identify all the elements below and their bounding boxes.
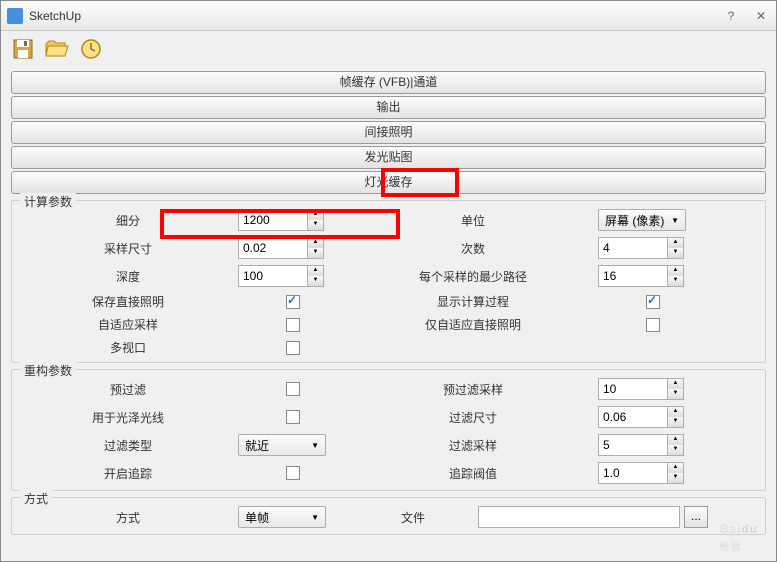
filter-samples-spinner[interactable]: ▲▼ [598, 434, 684, 456]
titlebar: SketchUp ? ✕ [1, 1, 776, 31]
section-light-cache[interactable]: 灯光缓存 [11, 171, 766, 194]
section-irradiance-map[interactable]: 发光贴图 [11, 146, 766, 169]
store-direct-label: 保存直接照明 [18, 293, 238, 310]
sample-size-input[interactable] [238, 237, 308, 259]
subdivs-input[interactable] [238, 209, 308, 231]
retrace-thresh-spinner[interactable]: ▲▼ [598, 462, 684, 484]
filter-samples-input[interactable] [598, 434, 668, 456]
depth-label: 深度 [18, 268, 238, 285]
calc-legend: 计算参数 [20, 193, 76, 210]
retrace-thresh-label: 追踪阀值 [348, 465, 598, 482]
show-calc-checkbox[interactable] [646, 295, 660, 309]
unit-value: 屏幕 (像素) [605, 212, 664, 229]
section-light-cache-label: 灯光缓存 [364, 175, 412, 189]
save-icon[interactable] [9, 35, 37, 63]
fieldset-recon-params: 重构参数 预过滤 预过滤采样 ▲▼ 用于光泽光线 过滤尺寸 ▲▼ 过滤类型 就近… [11, 369, 766, 491]
show-calc-label: 显示计算过程 [348, 293, 598, 310]
content-area: 帧缓存 (VFB)|通道 输出 间接照明 发光贴图 灯光缓存 计算参数 细分 ▲… [1, 67, 776, 561]
mode-value: 单帧 [245, 509, 269, 526]
chevron-down-icon: ▼ [671, 216, 679, 225]
prefilter-label: 预过滤 [18, 381, 238, 398]
passes-spinner[interactable]: ▲▼ [598, 237, 684, 259]
min-paths-spinner[interactable]: ▲▼ [598, 265, 684, 287]
mode-select[interactable]: 单帧 ▼ [238, 506, 326, 528]
mode-legend: 方式 [20, 490, 52, 507]
subdivs-label: 细分 [18, 212, 238, 229]
subdivs-spinner[interactable]: ▲▼ [238, 209, 324, 231]
filter-type-select[interactable]: 就近 ▼ [238, 434, 326, 456]
retrace-checkbox[interactable] [286, 466, 300, 480]
multiview-label: 多视口 [18, 339, 238, 356]
section-indirect-illumination[interactable]: 间接照明 [11, 121, 766, 144]
min-paths-label: 每个采样的最少路径 [348, 268, 598, 285]
close-button[interactable]: ✕ [746, 5, 776, 27]
file-label: 文件 [348, 509, 478, 526]
multiview-checkbox[interactable] [286, 341, 300, 355]
recon-legend: 重构参数 [20, 362, 76, 379]
unit-select[interactable]: 屏幕 (像素) ▼ [598, 209, 686, 231]
passes-input[interactable] [598, 237, 668, 259]
filter-size-input[interactable] [598, 406, 668, 428]
unit-label: 单位 [348, 212, 598, 229]
mode-label: 方式 [18, 509, 238, 526]
glossy-label: 用于光泽光线 [18, 409, 238, 426]
sample-size-label: 采样尺寸 [18, 240, 238, 257]
retrace-label: 开启追踪 [18, 465, 238, 482]
glossy-checkbox[interactable] [286, 410, 300, 424]
only-adapt-checkbox[interactable] [646, 318, 660, 332]
prefilter-checkbox[interactable] [286, 382, 300, 396]
app-window: SketchUp ? ✕ 帧缓存 (VFB)|通道 输出 间接照明 发光贴图 灯… [0, 0, 777, 562]
section-vfb-channels[interactable]: 帧缓存 (VFB)|通道 [11, 71, 766, 94]
window-title: SketchUp [29, 9, 81, 23]
filter-size-label: 过滤尺寸 [348, 409, 598, 426]
toolbar [1, 31, 776, 67]
watermark-sub: 经验 [720, 538, 758, 553]
folder-open-icon[interactable] [43, 35, 71, 63]
retrace-thresh-input[interactable] [598, 462, 668, 484]
spin-up[interactable]: ▲ [308, 210, 323, 220]
passes-label: 次数 [348, 240, 598, 257]
depth-spinner[interactable]: ▲▼ [238, 265, 324, 287]
help-button[interactable]: ? [716, 5, 746, 27]
min-paths-input[interactable] [598, 265, 668, 287]
app-icon [7, 8, 23, 24]
filter-size-spinner[interactable]: ▲▼ [598, 406, 684, 428]
prefilter-samples-spinner[interactable]: ▲▼ [598, 378, 684, 400]
section-output[interactable]: 输出 [11, 96, 766, 119]
store-direct-checkbox[interactable] [286, 295, 300, 309]
chevron-down-icon: ▼ [311, 441, 319, 450]
sample-size-spinner[interactable]: ▲▼ [238, 237, 324, 259]
only-adapt-label: 仅自适应直接照明 [348, 316, 598, 333]
prefilter-samples-label: 预过滤采样 [348, 381, 598, 398]
fieldset-mode: 方式 方式 单帧▼ 文件 ... [11, 497, 766, 535]
clock-icon[interactable] [77, 35, 105, 63]
prefilter-samples-input[interactable] [598, 378, 668, 400]
file-browse-button[interactable]: ... [684, 506, 708, 528]
file-path-input[interactable] [478, 506, 680, 528]
adaptive-checkbox[interactable] [286, 318, 300, 332]
chevron-down-icon: ▼ [311, 513, 319, 522]
adaptive-label: 自适应采样 [18, 316, 238, 333]
spin-down[interactable]: ▼ [308, 220, 323, 230]
filter-type-label: 过滤类型 [18, 437, 238, 454]
depth-input[interactable] [238, 265, 308, 287]
filter-type-value: 就近 [245, 437, 269, 454]
filter-samples-label: 过滤采样 [348, 437, 598, 454]
fieldset-calc-params: 计算参数 细分 ▲▼ 单位 屏幕 (像素)▼ 采样尺寸 ▲▼ 次数 ▲▼ 深度 … [11, 200, 766, 363]
